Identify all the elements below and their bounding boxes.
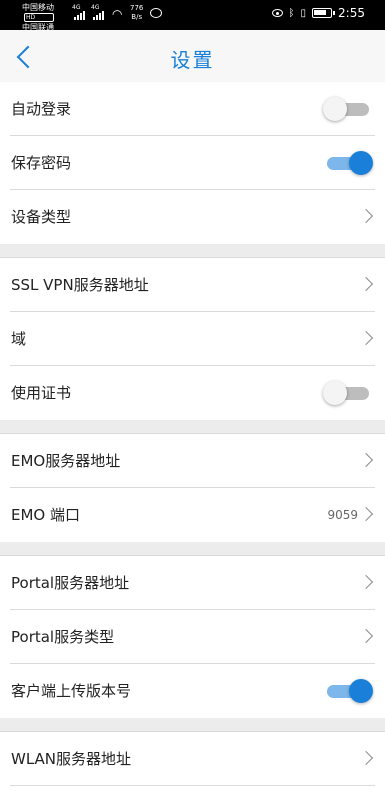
vibrate-icon: ▯ bbox=[300, 7, 307, 19]
message-icon bbox=[150, 8, 162, 18]
setting-label: WLAN服务器地址 bbox=[11, 750, 132, 768]
title-bar: 设置 bbox=[0, 30, 385, 82]
upload-version-toggle[interactable] bbox=[325, 679, 373, 703]
clock: 2:55 bbox=[338, 6, 365, 20]
setting-label: Portal服务类型 bbox=[11, 628, 115, 646]
emo-port-value: 9059 bbox=[327, 508, 358, 522]
eye-icon bbox=[271, 9, 283, 17]
chevron-right-icon bbox=[358, 628, 374, 644]
setting-label: 客户端上传版本号 bbox=[11, 682, 132, 700]
setting-device-type[interactable]: 设备类型 bbox=[0, 190, 385, 244]
chevron-right-icon bbox=[358, 208, 374, 224]
setting-label: 域 bbox=[11, 330, 27, 348]
chevron-right-icon bbox=[358, 452, 374, 468]
setting-label: 保存密码 bbox=[11, 154, 72, 172]
group-divider bbox=[0, 420, 385, 434]
setting-label: SSL VPN服务器地址 bbox=[11, 276, 149, 294]
auto-login-toggle[interactable] bbox=[323, 97, 371, 121]
wifi-icon: ◠ bbox=[112, 7, 123, 21]
chevron-right-icon bbox=[358, 276, 374, 292]
settings-list: 自动登录 保存密码 设备类型 SSL VPN服务器地址 域 使用证书 EMO服务… bbox=[0, 82, 385, 786]
setting-auto-login[interactable]: 自动登录 bbox=[0, 82, 385, 136]
setting-label: EMO服务器地址 bbox=[11, 452, 121, 470]
setting-emo-port[interactable]: EMO 端口 9059 bbox=[0, 488, 385, 542]
chevron-right-icon bbox=[358, 506, 374, 522]
lte-label: 4G bbox=[91, 4, 100, 11]
group-divider bbox=[0, 542, 385, 556]
signal-icon: 4G bbox=[91, 4, 105, 20]
group-divider bbox=[0, 718, 385, 732]
net-speed-value: 776 bbox=[130, 4, 144, 12]
chevron-right-icon bbox=[358, 750, 374, 766]
net-speed-unit: B/s bbox=[131, 13, 143, 21]
carrier-1: 中国移动 bbox=[22, 3, 54, 12]
group-divider bbox=[0, 244, 385, 258]
hd-badge: HD bbox=[24, 13, 54, 22]
battery-icon bbox=[312, 8, 336, 18]
chevron-right-icon bbox=[358, 574, 374, 590]
page-title: 设置 bbox=[170, 48, 215, 72]
setting-domain[interactable]: 域 bbox=[0, 312, 385, 366]
setting-portal-service-type[interactable]: Portal服务类型 bbox=[0, 610, 385, 664]
setting-use-certificate[interactable]: 使用证书 bbox=[0, 366, 385, 420]
system-status: ᛒ ▯ 2:55 bbox=[271, 6, 365, 20]
save-password-toggle[interactable] bbox=[325, 151, 373, 175]
setting-label: 设备类型 bbox=[11, 208, 72, 226]
net-speed: 776 B/s bbox=[130, 4, 143, 22]
setting-wlan-server[interactable]: WLAN服务器地址 bbox=[0, 732, 385, 786]
setting-portal-server[interactable]: Portal服务器地址 bbox=[0, 556, 385, 610]
lte-label: 4G bbox=[72, 4, 81, 11]
setting-upload-client-version[interactable]: 客户端上传版本号 bbox=[0, 664, 385, 718]
use-certificate-toggle[interactable] bbox=[323, 381, 371, 405]
setting-ssl-vpn-server[interactable]: SSL VPN服务器地址 bbox=[0, 258, 385, 312]
setting-label: Portal服务器地址 bbox=[11, 574, 130, 592]
chevron-right-icon bbox=[358, 330, 374, 346]
signal-icon: 4G bbox=[72, 4, 86, 20]
bluetooth-icon: ᛒ bbox=[288, 7, 295, 19]
setting-label: 使用证书 bbox=[11, 384, 72, 402]
setting-save-password[interactable]: 保存密码 bbox=[0, 136, 385, 190]
status-bar: 中国移动HD 中国联通HD 4G 4G ◠ 776 B/s ᛒ ▯ 2:55 bbox=[0, 0, 385, 42]
setting-emo-server[interactable]: EMO服务器地址 bbox=[0, 434, 385, 488]
setting-label: EMO 端口 bbox=[11, 506, 80, 524]
setting-label: 自动登录 bbox=[11, 100, 72, 118]
